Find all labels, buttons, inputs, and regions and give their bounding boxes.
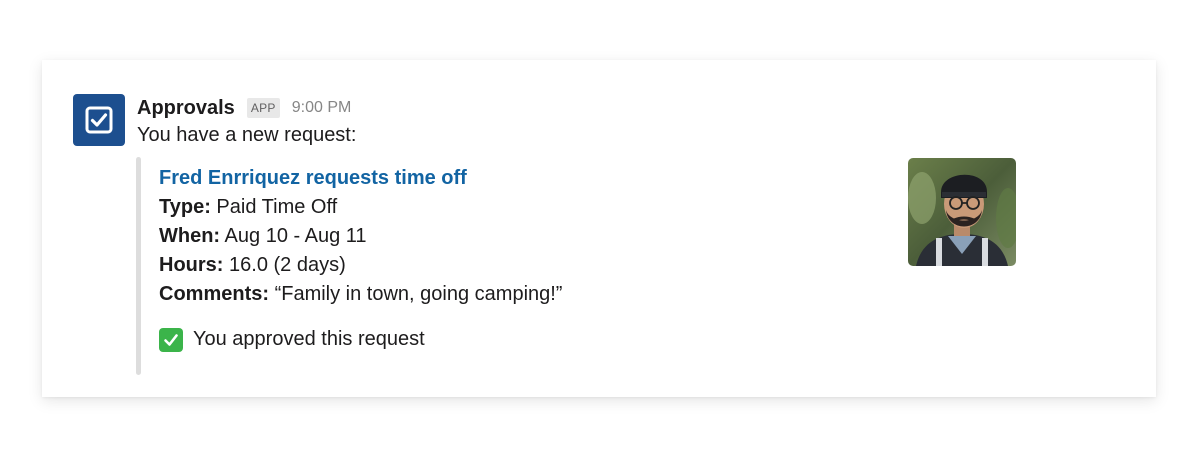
field-value: Paid Time Off bbox=[216, 196, 338, 218]
attachment: Fred Enrriquez requests time off Type: P… bbox=[159, 164, 562, 354]
field-when: When: Aug 10 - Aug 11 bbox=[159, 222, 562, 251]
field-label: Hours: bbox=[159, 254, 224, 276]
approvals-app-icon[interactable] bbox=[73, 94, 125, 146]
app-badge: APP bbox=[246, 98, 280, 118]
message-text: You have a new request: bbox=[137, 124, 357, 146]
message-timestamp[interactable]: 9:00 PM bbox=[292, 99, 352, 117]
request-title-link[interactable]: Fred Enrriquez requests time off bbox=[159, 167, 467, 189]
requester-avatar[interactable] bbox=[908, 158, 1016, 266]
message-card: Approvals APP 9:00 PM You have a new req… bbox=[42, 60, 1156, 397]
message-header: Approvals APP 9:00 PM bbox=[137, 94, 351, 122]
approval-status: You approved this request bbox=[159, 325, 562, 354]
white-check-mark-icon bbox=[159, 327, 183, 352]
field-value: “Family in town, going camping!” bbox=[274, 283, 563, 305]
field-label: Comments: bbox=[159, 283, 270, 305]
field-value: Aug 10 - Aug 11 bbox=[224, 225, 367, 247]
app-name[interactable]: Approvals bbox=[137, 97, 235, 120]
checkbox-icon bbox=[85, 106, 113, 134]
field-label: Type: bbox=[159, 196, 211, 218]
field-type: Type: Paid Time Off bbox=[159, 193, 562, 222]
field-value: 16.0 (2 days) bbox=[229, 254, 346, 276]
attachment-bar bbox=[136, 157, 141, 375]
status-text: You approved this request bbox=[193, 328, 425, 350]
field-label: When: bbox=[159, 225, 221, 247]
field-hours: Hours: 16.0 (2 days) bbox=[159, 251, 562, 280]
field-comments: Comments: “Family in town, going camping… bbox=[159, 280, 562, 309]
